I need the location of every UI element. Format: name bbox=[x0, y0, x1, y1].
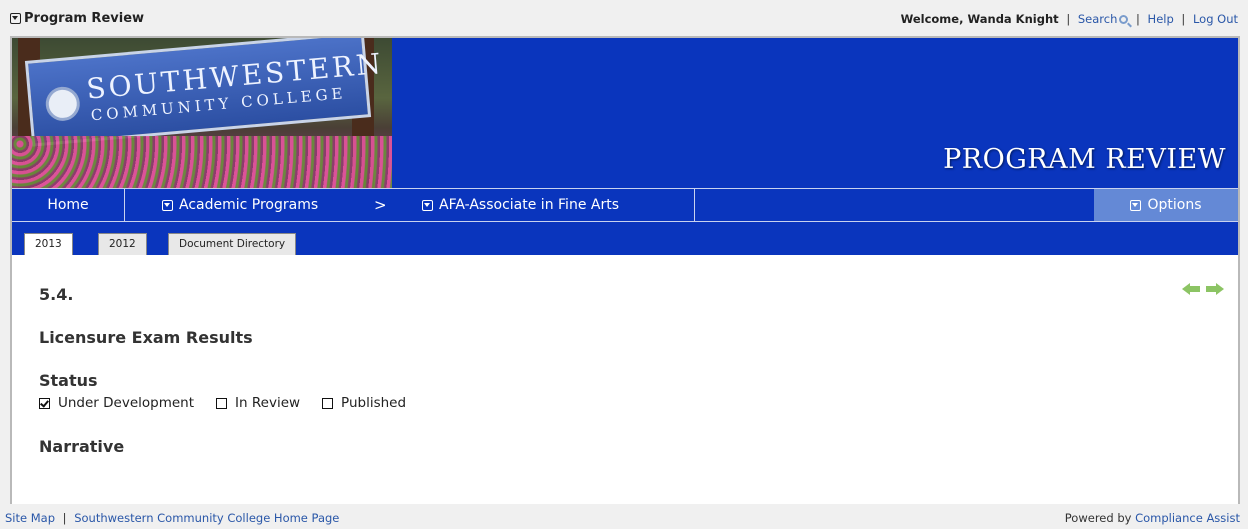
powered-by-text: Powered by bbox=[1064, 511, 1132, 525]
status-in-review[interactable]: In Review bbox=[216, 395, 300, 411]
status-option-label: Published bbox=[341, 395, 407, 411]
narrative-heading: Narrative bbox=[39, 437, 125, 456]
nav-current-program[interactable]: AFA-Associate in Fine Arts bbox=[422, 189, 695, 221]
status-published[interactable]: Published bbox=[322, 395, 406, 411]
tulip-flowers bbox=[12, 136, 392, 188]
college-sign: SOUTHWESTERN COMMUNITY COLLEGE bbox=[24, 38, 385, 147]
next-arrow-icon[interactable] bbox=[1206, 283, 1224, 295]
section-title: Licensure Exam Results bbox=[39, 328, 253, 347]
status-option-label: Under Development bbox=[58, 395, 195, 411]
main-frame: SOUTHWESTERN COMMUNITY COLLEGE PROGRAM R… bbox=[10, 36, 1240, 504]
options-button[interactable]: Options bbox=[1094, 189, 1238, 221]
checkbox-icon[interactable] bbox=[216, 397, 228, 409]
checkbox-checked-icon[interactable] bbox=[39, 397, 50, 409]
search-icon bbox=[1119, 15, 1129, 24]
logout-link[interactable]: Log Out bbox=[1193, 12, 1238, 26]
separator: | bbox=[1066, 12, 1071, 26]
year-tabs: 2013 2012 Document Directory bbox=[12, 222, 1238, 255]
status-option-label: In Review bbox=[235, 395, 301, 411]
dropdown-icon bbox=[10, 13, 21, 24]
separator: | bbox=[1181, 12, 1186, 26]
dropdown-icon bbox=[1130, 199, 1142, 211]
banner: SOUTHWESTERN COMMUNITY COLLEGE PROGRAM R… bbox=[12, 38, 1238, 188]
site-map-link[interactable]: Site Map bbox=[5, 511, 55, 525]
nav-academic-programs[interactable]: Academic Programs bbox=[162, 189, 318, 221]
checkbox-icon[interactable] bbox=[322, 397, 334, 409]
compliance-assist-link[interactable]: Compliance Assist bbox=[1135, 511, 1240, 525]
footer-links: Site Map | Southwestern Community Colleg… bbox=[5, 511, 339, 525]
campus-sign-photo: SOUTHWESTERN COMMUNITY COLLEGE bbox=[12, 38, 392, 188]
status-heading: Status bbox=[39, 371, 98, 390]
section-number: 5.4. bbox=[39, 285, 74, 304]
nav-bar: Home Academic Programs > AFA-Associate i… bbox=[12, 188, 1238, 222]
separator: | bbox=[62, 511, 67, 525]
nav-program-label: AFA-Associate in Fine Arts bbox=[439, 197, 619, 213]
tab-2012[interactable]: 2012 bbox=[98, 233, 147, 255]
previous-arrow-icon[interactable] bbox=[1182, 283, 1200, 295]
status-options: Under Development In Review Published bbox=[39, 395, 406, 411]
college-home-link[interactable]: Southwestern Community College Home Page bbox=[74, 511, 339, 525]
status-under-development[interactable]: Under Development bbox=[39, 395, 194, 411]
search-link-label: Search bbox=[1077, 12, 1118, 26]
dropdown-icon bbox=[422, 199, 433, 211]
breadcrumb-arrow: > bbox=[374, 196, 387, 214]
nav-home[interactable]: Home bbox=[12, 189, 125, 221]
dropdown-icon bbox=[162, 199, 173, 211]
footer: Site Map | Southwestern Community Colleg… bbox=[0, 507, 1248, 529]
options-label: Options bbox=[1147, 197, 1202, 213]
tab-document-directory[interactable]: Document Directory bbox=[168, 233, 297, 255]
content-panel: 5.4. Licensure Exam Results Status Under… bbox=[12, 255, 1238, 504]
welcome-text: Welcome, Wanda Knight bbox=[900, 12, 1059, 26]
nav-home-label: Home bbox=[47, 197, 89, 213]
search-link[interactable]: Search bbox=[1078, 12, 1129, 26]
separator: | bbox=[1136, 12, 1140, 26]
banner-title: PROGRAM REVIEW bbox=[943, 144, 1226, 175]
tab-2013[interactable]: 2013 bbox=[24, 233, 73, 255]
college-seal-icon bbox=[44, 85, 82, 123]
section-nav bbox=[1182, 283, 1224, 295]
app-title: Program Review bbox=[24, 11, 145, 26]
app-title-menu[interactable]: Program Review bbox=[10, 11, 144, 26]
nav-programs-label: Academic Programs bbox=[179, 197, 319, 213]
user-links: Welcome, Wanda Knight | Search | Help | … bbox=[901, 12, 1238, 26]
top-bar: Program Review Welcome, Wanda Knight | S… bbox=[0, 0, 1248, 36]
powered-by: Powered by Compliance Assist bbox=[1065, 511, 1240, 525]
help-link[interactable]: Help bbox=[1148, 12, 1174, 26]
